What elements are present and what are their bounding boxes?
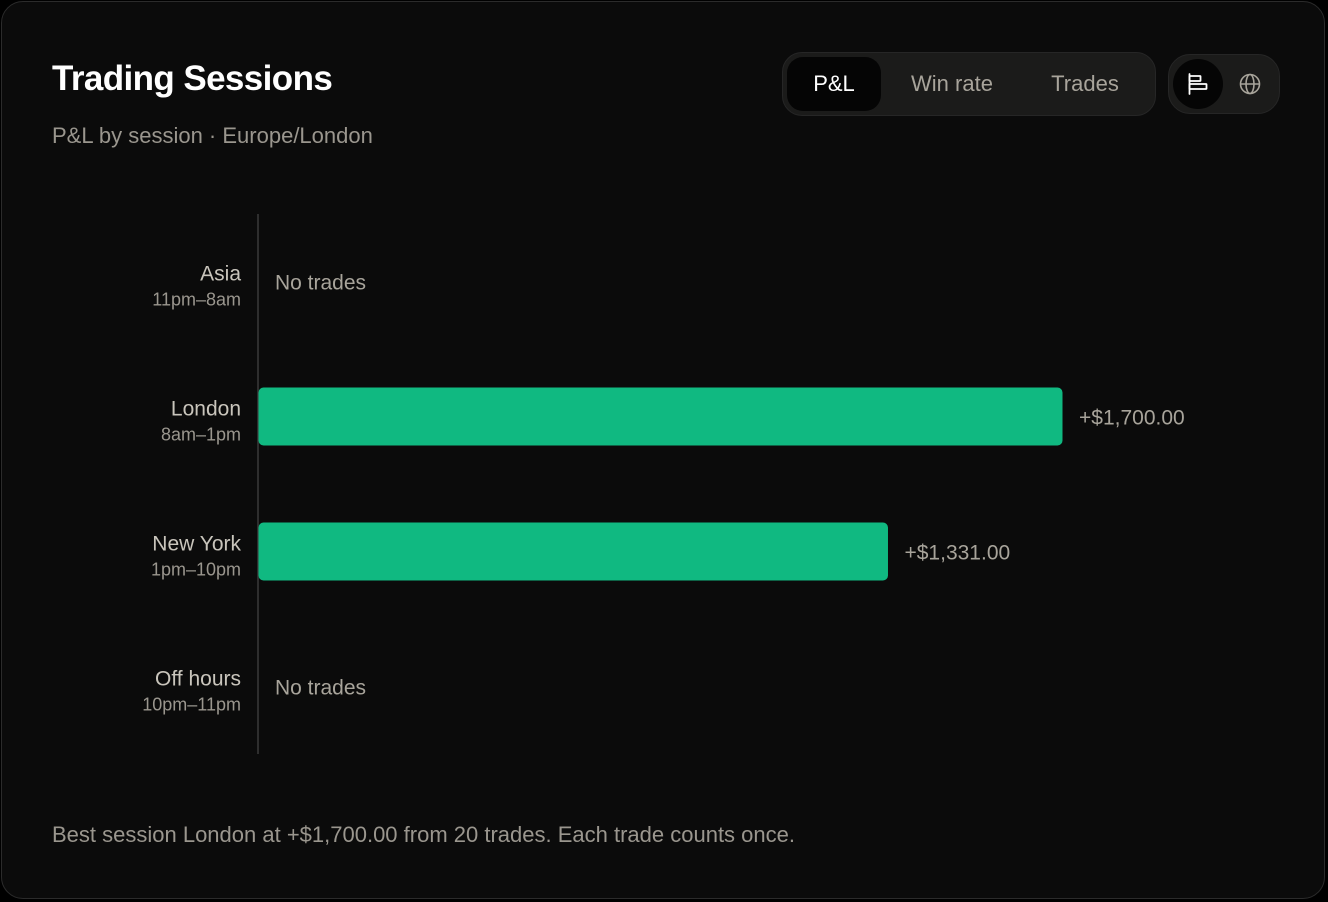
category-sublabel: 10pm–11pm: [142, 695, 241, 715]
category-sublabel: 1pm–10pm: [151, 560, 241, 580]
category-label: London: [171, 398, 241, 421]
bar: [258, 522, 888, 581]
data-label: +$1,331.00: [904, 542, 1010, 565]
bar: [258, 387, 1063, 446]
no-trades-label: No trades: [275, 272, 366, 295]
category-label: Off hours: [155, 668, 241, 691]
category-label: New York: [152, 533, 241, 556]
no-trades-label: No trades: [275, 677, 366, 700]
category-label: Asia: [200, 263, 241, 286]
category-sublabel: 8am–1pm: [161, 425, 241, 445]
category-sublabel: 11pm–8am: [152, 290, 241, 310]
session-bar-chart: Asia 11pm–8am No trades London 8am–1pm +$1,70…: [142, 214, 1185, 754]
data-label: +$1,700.00: [1079, 407, 1185, 430]
